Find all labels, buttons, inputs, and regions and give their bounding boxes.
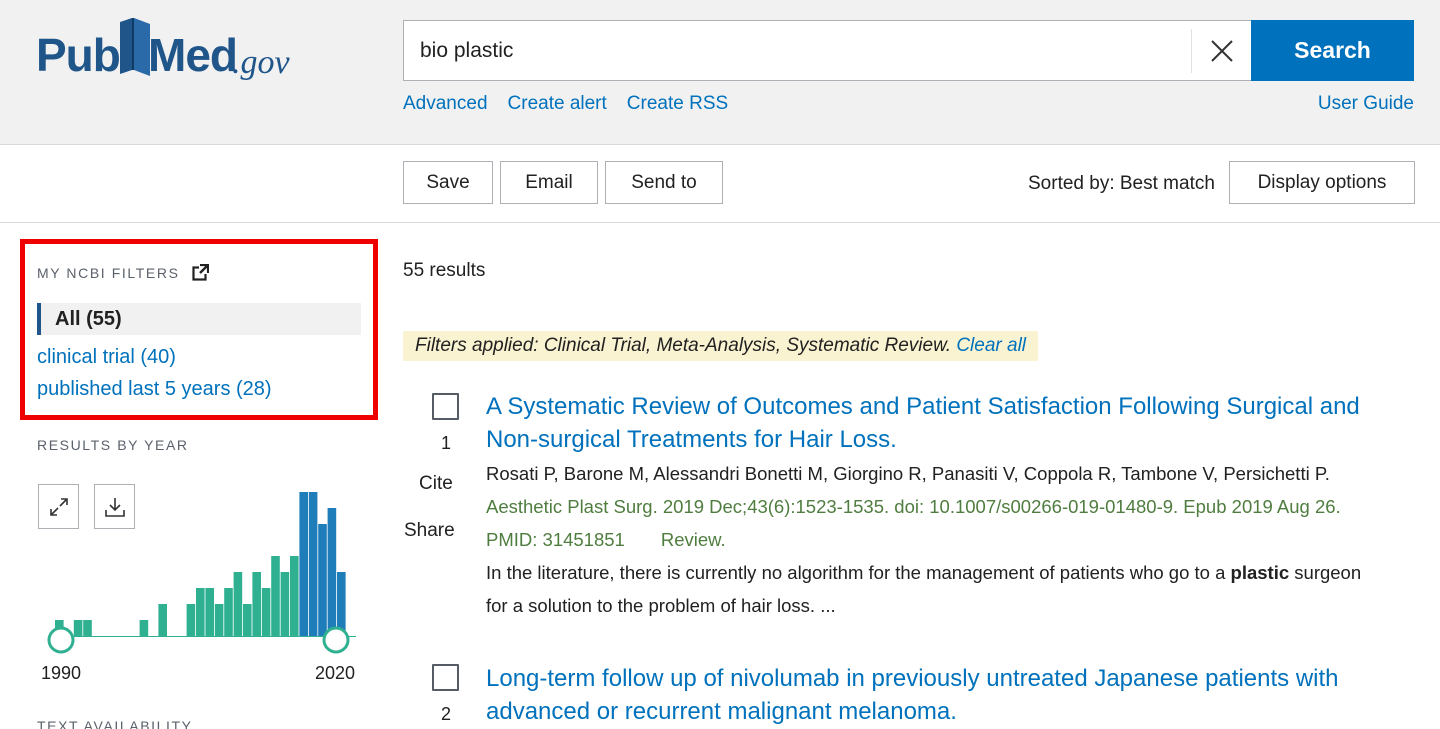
filter-published-last-5-years[interactable]: published last 5 years (28) xyxy=(37,378,272,401)
result-1-snippet-highlight: plastic xyxy=(1230,562,1290,583)
email-button[interactable]: Email xyxy=(500,161,598,204)
search-button[interactable]: Search xyxy=(1251,20,1414,81)
results-toolbar: Save Email Send to Sorted by: Best match… xyxy=(0,145,1440,223)
year-bar-2006[interactable] xyxy=(205,588,214,636)
year-bar-2010[interactable] xyxy=(243,604,252,636)
pubmed-logo[interactable]: Pub Med .gov xyxy=(36,14,296,86)
results-by-year-title: RESULTS BY YEAR xyxy=(37,437,189,453)
header: Pub Med .gov Search Advanced Create aler… xyxy=(0,0,1440,145)
year-bar-2013[interactable] xyxy=(271,556,280,636)
year-bar-1999[interactable] xyxy=(139,620,149,636)
year-bar-2007[interactable] xyxy=(214,604,224,636)
year-bar-1993[interactable] xyxy=(83,620,92,636)
filters-applied-banner: Filters applied: Clinical Trial, Meta-An… xyxy=(403,331,1039,361)
year-bar-2019[interactable] xyxy=(327,508,337,636)
result-1-cite-button[interactable]: Cite xyxy=(419,473,453,495)
result-2-checkbox[interactable] xyxy=(432,664,459,691)
result-1-pmid-line: PMID: 31451851 Review. xyxy=(486,529,726,551)
logo-med-text: Med xyxy=(148,29,238,81)
search-input[interactable] xyxy=(420,21,1180,80)
results-by-year-chart[interactable] xyxy=(30,480,370,660)
result-1-authors: Rosati P, Barone M, Alessandri Bonetti M… xyxy=(486,463,1330,484)
filter-all[interactable]: All (55) xyxy=(37,303,361,335)
year-range-end-handle[interactable] xyxy=(322,626,350,654)
my-ncbi-filters-heading: MY NCBI FILTERS xyxy=(37,264,180,281)
result-1-title[interactable]: A Systematic Review of Outcomes and Pati… xyxy=(486,390,1406,456)
result-2-title[interactable]: Long-term follow up of nivolumab in prev… xyxy=(486,662,1406,728)
result-1-checkbox[interactable] xyxy=(432,393,459,420)
save-button[interactable]: Save xyxy=(403,161,493,204)
user-guide-link[interactable]: User Guide xyxy=(1318,93,1414,115)
year-bar-2018[interactable] xyxy=(318,524,327,636)
result-1-share-button[interactable]: Share xyxy=(404,520,455,542)
logo-gov-text: .gov xyxy=(232,44,290,81)
year-start-label: 1990 xyxy=(41,663,82,683)
year-bar-2011[interactable] xyxy=(252,572,261,636)
year-bar-2016[interactable] xyxy=(299,492,308,636)
external-link-icon[interactable] xyxy=(191,264,209,281)
result-1-snippet-text: In the literature, there is currently no… xyxy=(486,562,1231,583)
year-bar-2014[interactable] xyxy=(280,572,290,636)
logo-pub-text: Pub xyxy=(36,29,121,81)
year-bar-2015[interactable] xyxy=(290,556,299,636)
advanced-link[interactable]: Advanced xyxy=(403,93,488,115)
create-alert-link[interactable]: Create alert xyxy=(508,93,607,115)
sort-order-label[interactable]: Sorted by: Best match xyxy=(1028,173,1215,195)
year-bar-2008[interactable] xyxy=(224,588,233,636)
send-to-button[interactable]: Send to xyxy=(605,161,723,204)
result-2-number: 2 xyxy=(441,704,452,724)
year-bar-2005[interactable] xyxy=(196,588,205,636)
year-end-label: 2020 xyxy=(315,663,356,683)
year-range-start-handle[interactable] xyxy=(47,626,75,654)
close-icon xyxy=(1210,40,1233,62)
header-links: Advanced Create alert Create RSS xyxy=(403,93,728,115)
text-availability-title: TEXT AVAILABILITY xyxy=(37,718,193,729)
year-bar-2009[interactable] xyxy=(233,572,243,636)
my-ncbi-filters-panel: MY NCBI FILTERS All (55) clinical trial … xyxy=(20,239,378,420)
display-options-button[interactable]: Display options xyxy=(1229,161,1415,204)
year-bar-2012[interactable] xyxy=(261,588,271,636)
clear-all-filters-link[interactable]: Clear all xyxy=(956,335,1026,356)
result-1-snippet: In the literature, there is currently no… xyxy=(486,556,1386,622)
clear-search-button[interactable] xyxy=(1191,29,1251,73)
year-bar-2001[interactable] xyxy=(158,604,167,636)
year-bar-2017[interactable] xyxy=(308,492,318,636)
result-1-citation: Aesthetic Plast Surg. 2019 Dec;43(6):152… xyxy=(486,496,1341,517)
year-bar-2020[interactable] xyxy=(337,572,346,636)
results-count: 55 results xyxy=(403,260,486,281)
result-1-pmid: PMID: 31451851 xyxy=(486,529,625,550)
filter-clinical-trial[interactable]: clinical trial (40) xyxy=(37,346,176,369)
my-ncbi-filters-title: MY NCBI FILTERS xyxy=(37,264,209,281)
year-bar-2004[interactable] xyxy=(186,604,196,636)
filters-applied-text: Filters applied: Clinical Trial, Meta-An… xyxy=(415,335,957,356)
create-rss-link[interactable]: Create RSS xyxy=(627,93,728,115)
result-1-publication-type: Review. xyxy=(660,529,726,550)
search-box xyxy=(403,20,1251,81)
result-1-number: 1 xyxy=(441,433,452,453)
year-bar-1992[interactable] xyxy=(73,620,83,636)
